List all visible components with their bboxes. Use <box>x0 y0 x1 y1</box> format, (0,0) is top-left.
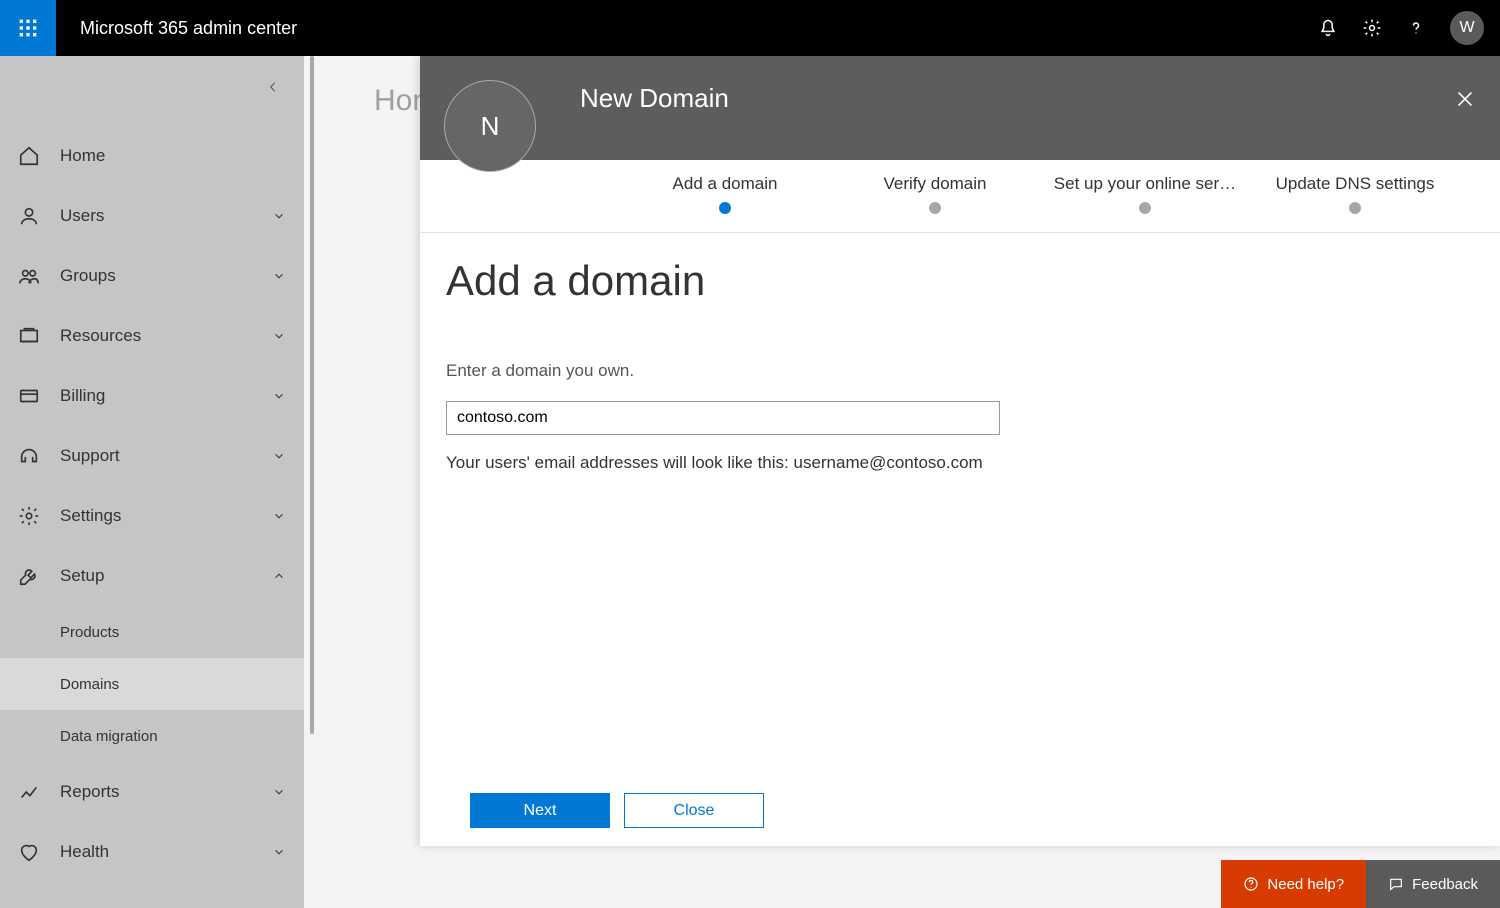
step-label: Verify domain <box>884 174 987 193</box>
chevron-left-icon <box>266 80 280 94</box>
domain-circle: N <box>444 80 536 172</box>
chevron-down-icon <box>272 209 286 223</box>
notifications-button[interactable] <box>1318 18 1338 38</box>
nav-item-groups[interactable]: Groups <box>0 246 304 306</box>
top-bar: Microsoft 365 admin center W <box>0 0 1500 56</box>
nav-sub-label: Domains <box>60 676 119 693</box>
add-domain-panel: N New Domain Add a domain Verify domain … <box>420 56 1500 846</box>
nav-label: Health <box>60 842 109 862</box>
help-circle-icon <box>1243 876 1259 892</box>
chevron-down-icon <box>272 509 286 523</box>
nav-label: Reports <box>60 782 120 802</box>
close-button[interactable]: Close <box>624 793 764 828</box>
feedback-button[interactable]: Feedback <box>1366 860 1500 908</box>
bell-icon <box>1318 18 1338 38</box>
panel-heading: Add a domain <box>446 257 1474 305</box>
nav-item-support[interactable]: Support <box>0 426 304 486</box>
nav-label: Groups <box>60 266 116 286</box>
waffle-icon <box>18 18 38 38</box>
nav-label: Billing <box>60 386 105 406</box>
collapse-nav-button[interactable] <box>266 80 280 94</box>
nav-sub-domains[interactable]: Domains <box>0 658 304 710</box>
nav-item-resources[interactable]: Resources <box>0 306 304 366</box>
chevron-down-icon <box>272 389 286 403</box>
reports-icon <box>18 781 40 803</box>
nav-label: Setup <box>60 566 104 586</box>
support-icon <box>18 445 40 467</box>
nav-sub-label: Data migration <box>60 728 158 745</box>
step-verify-domain[interactable]: Verify domain <box>830 174 1040 214</box>
nav-item-setup[interactable]: Setup <box>0 546 304 606</box>
chevron-down-icon <box>272 269 286 283</box>
panel-close-button[interactable] <box>1454 88 1476 110</box>
close-icon <box>1454 88 1476 110</box>
nav-sub-data-migration[interactable]: Data migration <box>0 710 304 762</box>
nav-item-settings[interactable]: Settings <box>0 486 304 546</box>
user-icon <box>18 205 40 227</box>
home-icon <box>18 145 40 167</box>
nav-label: Support <box>60 446 120 466</box>
step-label: Set up your online ser… <box>1054 174 1236 193</box>
wizard-steps: Add a domain Verify domain Set up your o… <box>420 160 1500 233</box>
left-nav: Home Users Groups Resources Billing <box>0 56 304 908</box>
resources-icon <box>18 325 40 347</box>
nav-sub-products[interactable]: Products <box>0 606 304 658</box>
nav-item-users[interactable]: Users <box>0 186 304 246</box>
chevron-down-icon <box>272 329 286 343</box>
billing-icon <box>18 385 40 407</box>
app-launcher-button[interactable] <box>0 0 56 56</box>
gear-icon <box>18 505 40 527</box>
chevron-down-icon <box>272 449 286 463</box>
panel-header: N New Domain <box>420 56 1500 160</box>
step-label: Update DNS settings <box>1276 174 1435 193</box>
question-icon <box>1406 18 1426 38</box>
nav-label: Users <box>60 206 104 226</box>
step-setup-services[interactable]: Set up your online ser… <box>1040 174 1250 214</box>
health-icon <box>18 841 40 863</box>
need-help-label: Need help? <box>1267 876 1344 893</box>
avatar-initial: W <box>1459 19 1474 37</box>
nav-item-reports[interactable]: Reports <box>0 762 304 822</box>
settings-button[interactable] <box>1362 18 1382 38</box>
app-title: Microsoft 365 admin center <box>80 18 297 39</box>
groups-icon <box>18 265 40 287</box>
chevron-down-icon <box>272 845 286 859</box>
main-content: Hom N New Domain Add a domain Verify dom… <box>304 56 1500 908</box>
gear-icon <box>1362 18 1382 38</box>
nav-sub-label: Products <box>60 624 119 641</box>
nav-label: Home <box>60 146 105 166</box>
next-button[interactable]: Next <box>470 793 610 828</box>
step-add-domain[interactable]: Add a domain <box>620 174 830 214</box>
scrollbar[interactable] <box>310 56 314 734</box>
step-update-dns[interactable]: Update DNS settings <box>1250 174 1460 214</box>
feedback-icon <box>1388 876 1404 892</box>
nav-label: Resources <box>60 326 141 346</box>
feedback-label: Feedback <box>1412 876 1478 893</box>
account-avatar[interactable]: W <box>1450 11 1484 45</box>
domain-field-label: Enter a domain you own. <box>446 361 1474 381</box>
panel-title: New Domain <box>580 83 729 114</box>
domain-hint: Your users' email addresses will look li… <box>446 453 1474 473</box>
wrench-icon <box>18 565 40 587</box>
nav-item-billing[interactable]: Billing <box>0 366 304 426</box>
nav-item-home[interactable]: Home <box>0 126 304 186</box>
domain-circle-initial: N <box>481 111 500 142</box>
nav-label: Settings <box>60 506 121 526</box>
chevron-up-icon <box>272 569 286 583</box>
step-label: Add a domain <box>673 174 778 193</box>
help-button[interactable] <box>1406 18 1426 38</box>
need-help-button[interactable]: Need help? <box>1221 860 1366 908</box>
nav-item-health[interactable]: Health <box>0 822 304 882</box>
chevron-down-icon <box>272 785 286 799</box>
domain-input[interactable] <box>446 401 1000 435</box>
